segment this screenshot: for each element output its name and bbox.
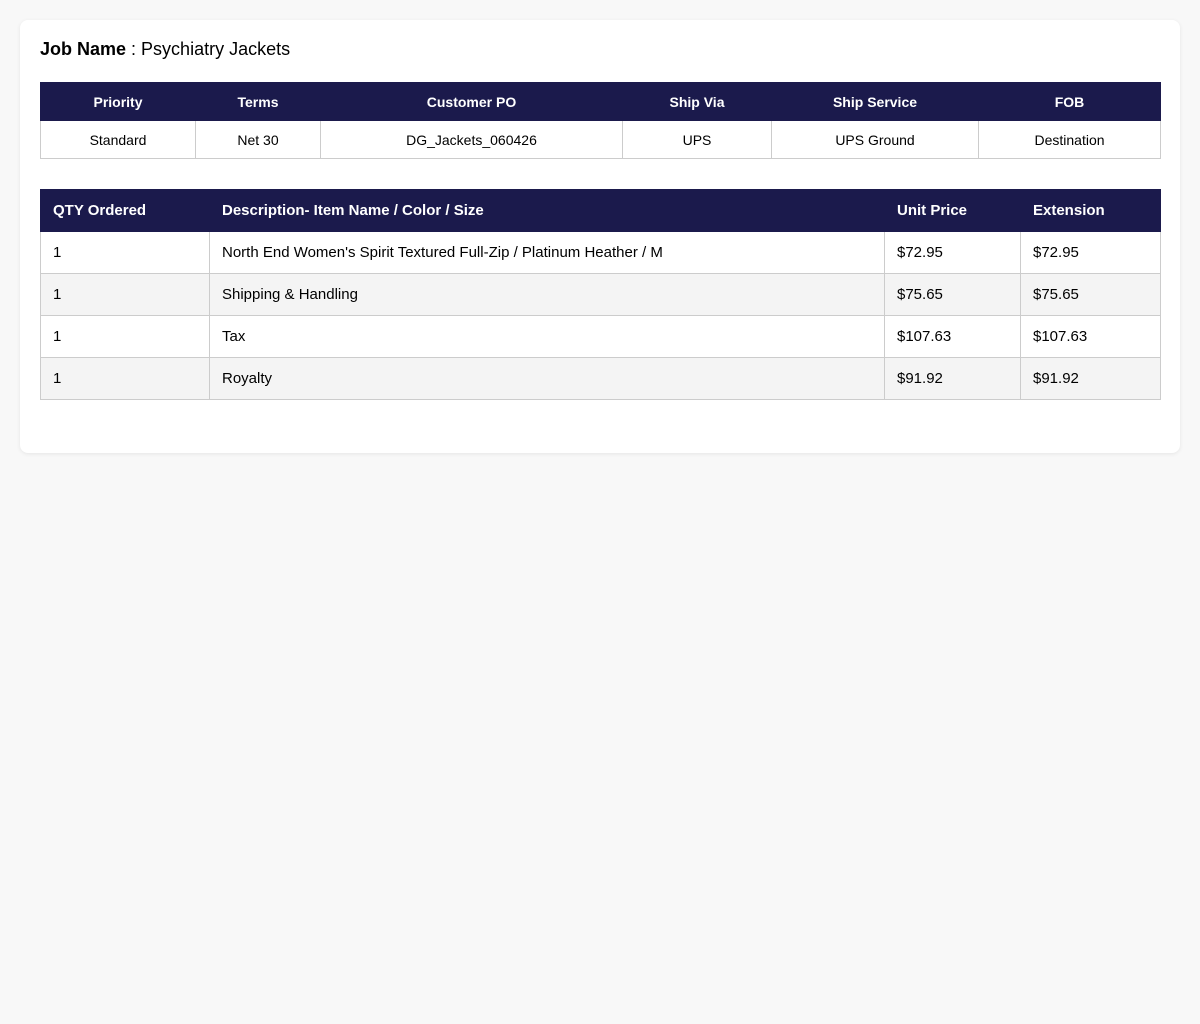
value-fob: Destination	[978, 120, 1161, 159]
extension-cell: $107.63	[1020, 315, 1161, 358]
value-terms: Net 30	[195, 120, 321, 159]
header-terms: Terms	[195, 82, 321, 121]
extension-cell: $75.65	[1020, 273, 1161, 316]
table-row: 1 North End Women's Spirit Textured Full…	[40, 231, 1161, 274]
qty-cell: 1	[40, 357, 210, 400]
table-row: 1 Shipping & Handling $75.65 $75.65	[40, 273, 1161, 316]
qty-cell: 1	[40, 315, 210, 358]
job-name-line: Job Name : Psychiatry Jackets	[40, 38, 1160, 60]
job-name-separator: :	[126, 39, 142, 59]
header-extension: Extension	[1020, 189, 1161, 232]
unit-price-cell: $107.63	[884, 315, 1021, 358]
order-info-header-row: Priority Terms Customer PO Ship Via Ship…	[40, 82, 1161, 121]
line-items-table: QTY Ordered Description- Item Name / Col…	[40, 189, 1161, 400]
table-row: 1 Tax $107.63 $107.63	[40, 315, 1161, 358]
unit-price-cell: $72.95	[884, 231, 1021, 274]
order-info-value-row: Standard Net 30 DG_Jackets_060426 UPS UP…	[40, 120, 1161, 159]
header-description: Description- Item Name / Color / Size	[209, 189, 885, 232]
header-priority: Priority	[40, 82, 196, 121]
extension-cell: $91.92	[1020, 357, 1161, 400]
order-info-table: Priority Terms Customer PO Ship Via Ship…	[40, 82, 1161, 159]
header-unit-price: Unit Price	[884, 189, 1021, 232]
qty-cell: 1	[40, 273, 210, 316]
job-name-value: Psychiatry Jackets	[141, 39, 291, 59]
table-row: 1 Royalty $91.92 $91.92	[40, 357, 1161, 400]
header-ship-service: Ship Service	[771, 82, 979, 121]
header-ship-via: Ship Via	[622, 82, 772, 121]
description-cell: North End Women's Spirit Textured Full-Z…	[209, 231, 885, 274]
header-fob: FOB	[978, 82, 1161, 121]
header-customer-po: Customer PO	[320, 82, 623, 121]
unit-price-cell: $91.92	[884, 357, 1021, 400]
qty-cell: 1	[40, 231, 210, 274]
value-ship-service: UPS Ground	[771, 120, 979, 159]
order-card: Job Name : Psychiatry Jackets Priority T…	[20, 20, 1180, 453]
value-priority: Standard	[40, 120, 196, 159]
description-cell: Royalty	[209, 357, 885, 400]
line-items-header-row: QTY Ordered Description- Item Name / Col…	[40, 189, 1161, 232]
value-ship-via: UPS	[622, 120, 772, 159]
value-customer-po: DG_Jackets_060426	[320, 120, 623, 159]
extension-cell: $72.95	[1020, 231, 1161, 274]
header-qty-ordered: QTY Ordered	[40, 189, 210, 232]
description-cell: Shipping & Handling	[209, 273, 885, 316]
unit-price-cell: $75.65	[884, 273, 1021, 316]
description-cell: Tax	[209, 315, 885, 358]
job-name-label: Job Name	[40, 39, 127, 59]
